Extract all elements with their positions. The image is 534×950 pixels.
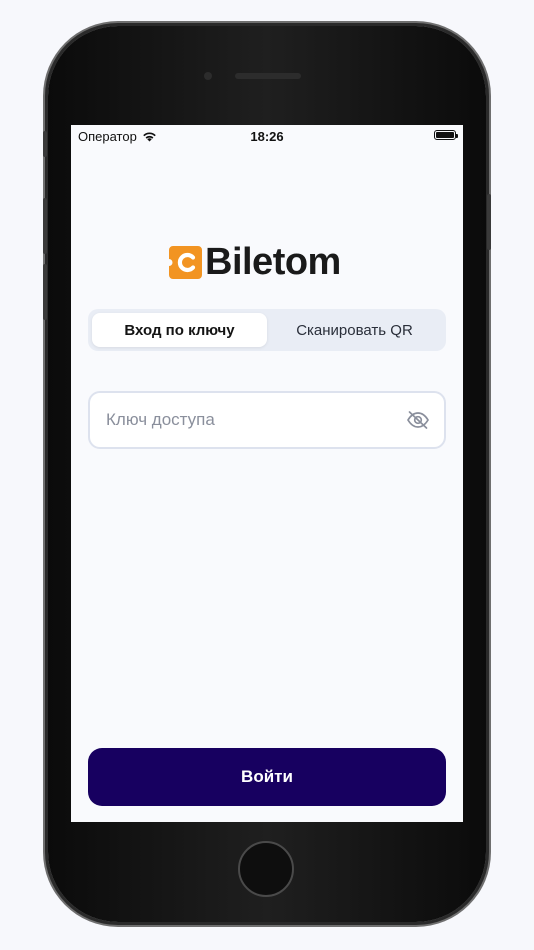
tab-key-login[interactable]: Вход по ключу: [92, 313, 267, 347]
access-key-field: [88, 391, 446, 449]
volume-up-button: [43, 198, 47, 254]
mute-switch: [43, 131, 47, 157]
tab-scan-qr[interactable]: Сканировать QR: [267, 313, 442, 347]
login-mode-tabs: Вход по ключу Сканировать QR: [88, 309, 446, 351]
status-bar: Оператор 18:26: [71, 125, 463, 147]
login-button[interactable]: Войти: [88, 748, 446, 806]
earpiece-speaker: [235, 73, 301, 79]
app-screen: Оператор 18:26 Biletom Вход по ключу Ска…: [71, 125, 463, 822]
battery-icon: [434, 130, 458, 140]
logo-text: Biletom: [205, 241, 341, 283]
eye-off-icon[interactable]: [406, 408, 430, 432]
status-time: 18:26: [250, 129, 284, 144]
power-button: [487, 194, 491, 250]
volume-down-button: [43, 264, 47, 320]
access-key-input[interactable]: [104, 409, 406, 431]
biletom-logo: Biletom: [169, 243, 341, 281]
front-camera: [204, 72, 212, 80]
home-button[interactable]: [238, 841, 294, 897]
biletom-logo-mark-icon: [169, 245, 202, 279]
